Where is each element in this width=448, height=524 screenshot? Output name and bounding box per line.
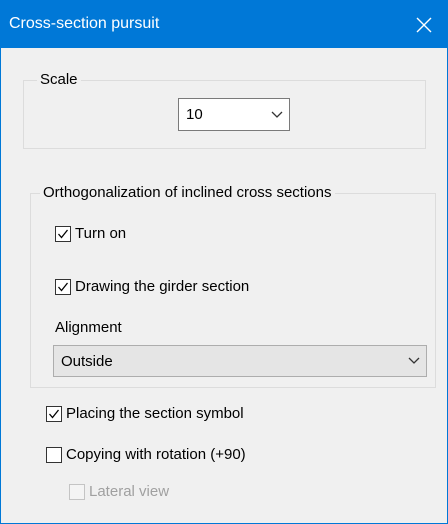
orthogonalization-group-legend: Orthogonalization of inclined cross sect… <box>40 184 335 202</box>
close-icon <box>416 17 432 33</box>
placing-symbol-checkbox-box[interactable] <box>46 405 62 422</box>
close-button[interactable] <box>401 1 447 48</box>
scale-value: 10 <box>186 106 203 123</box>
scale-dropdown[interactable]: 10 <box>178 98 290 131</box>
scale-group-legend: Scale <box>37 71 81 89</box>
checkmark-icon <box>58 282 69 292</box>
copying-rotation-checkbox-box[interactable] <box>46 446 62 463</box>
drawing-girder-checkbox[interactable]: Drawing the girder section <box>55 278 249 295</box>
lateral-view-label: Lateral view <box>89 483 170 500</box>
checkmark-icon <box>49 409 60 419</box>
alignment-label: Alignment <box>55 319 122 336</box>
alignment-value: Outside <box>61 352 113 370</box>
lateral-view-checkbox[interactable]: Lateral view <box>69 483 169 500</box>
alignment-dropdown[interactable]: Outside <box>53 345 427 377</box>
turn-on-checkbox[interactable]: Turn on <box>55 225 126 242</box>
dialog-window: Cross-section pursuit Scale 10 Orthogona… <box>0 0 448 524</box>
turn-on-label: Turn on <box>75 225 127 242</box>
lateral-view-checkbox-box[interactable] <box>69 483 85 500</box>
placing-symbol-label: Placing the section symbol <box>66 405 244 422</box>
chevron-down-icon <box>408 346 420 376</box>
window-title: Cross-section pursuit <box>9 15 160 32</box>
turn-on-checkbox-box[interactable] <box>55 225 71 242</box>
copying-rotation-checkbox[interactable]: Copying with rotation (+90) <box>46 446 246 463</box>
copying-rotation-label: Copying with rotation (+90) <box>66 446 246 463</box>
checkmark-icon <box>58 229 69 239</box>
drawing-girder-checkbox-box[interactable] <box>55 278 71 295</box>
drawing-girder-label: Drawing the girder section <box>75 278 250 295</box>
title-bar: Cross-section pursuit <box>1 1 447 48</box>
chevron-down-icon <box>271 99 283 130</box>
placing-symbol-checkbox[interactable]: Placing the section symbol <box>46 405 244 422</box>
